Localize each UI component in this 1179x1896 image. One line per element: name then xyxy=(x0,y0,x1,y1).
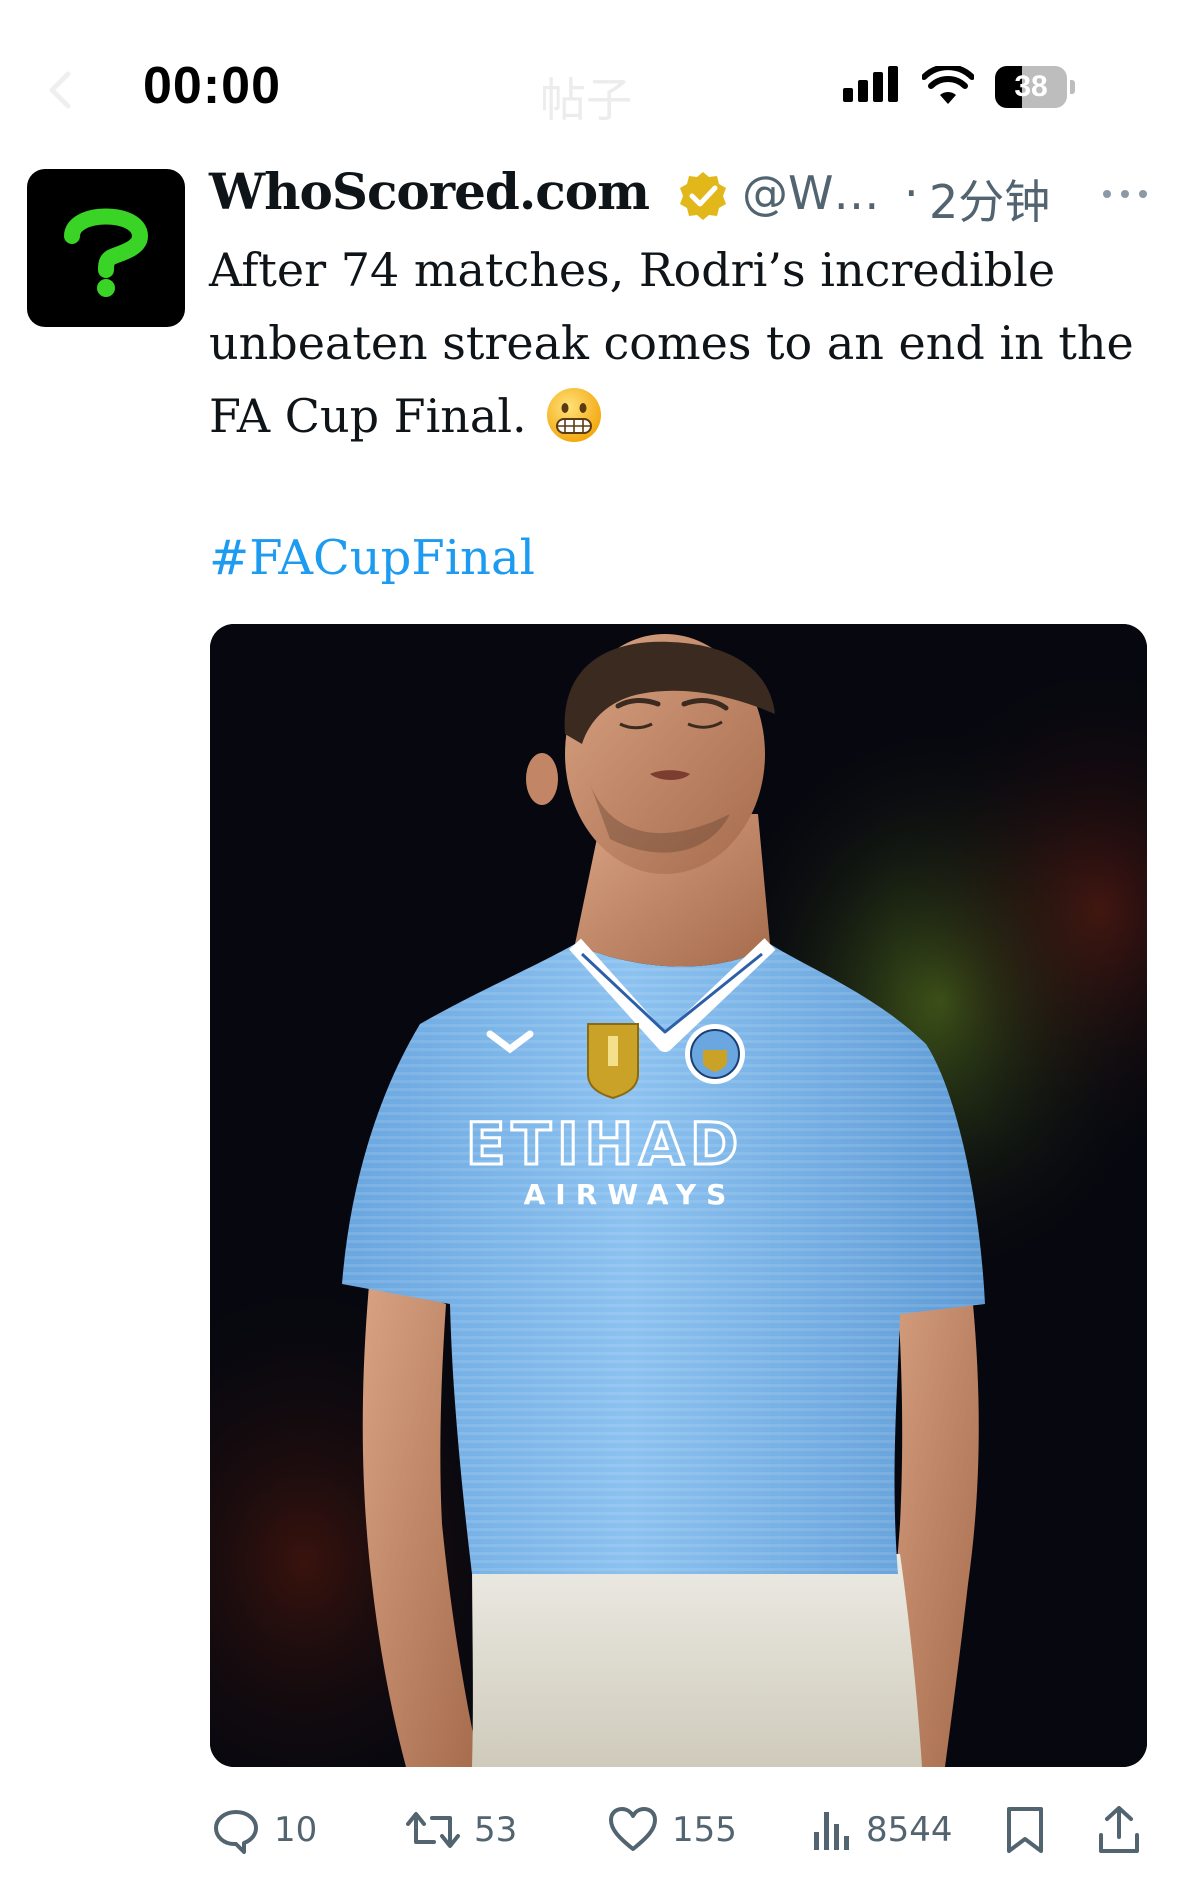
views-count: 8544 xyxy=(866,1810,953,1850)
like-count: 155 xyxy=(672,1810,737,1850)
tweet-media-image[interactable]: ETIHAD AIRWAYS xyxy=(210,624,1147,1767)
views-chart-icon xyxy=(814,1812,849,1850)
bookmark-button[interactable] xyxy=(1005,1800,1045,1860)
verified-badge-icon xyxy=(680,172,726,220)
shirt-sponsor-subtext: AIRWAYS xyxy=(524,1178,737,1211)
whoscored-logo-icon xyxy=(64,208,149,297)
status-time: 00:00 xyxy=(143,57,281,115)
battery-indicator: 38 xyxy=(995,66,1075,108)
share-icon xyxy=(1099,1806,1139,1853)
tweet-text-line-last: FA Cup Final. xyxy=(209,380,1159,453)
tweet-header: WhoScored.com @W… · 2分钟 xyxy=(209,160,1159,230)
back-arrow-icon[interactable] xyxy=(38,66,86,114)
more-options-icon[interactable] xyxy=(1101,184,1149,204)
heart-icon xyxy=(609,1807,657,1851)
reply-icon xyxy=(214,1810,258,1854)
hashtag-link[interactable]: #FACupFinal xyxy=(209,530,535,586)
player-photo: ETIHAD AIRWAYS xyxy=(210,624,1147,1767)
reply-count: 10 xyxy=(274,1810,318,1850)
bookmark-icon xyxy=(1007,1807,1043,1853)
wifi-icon xyxy=(922,66,974,104)
shirt-sponsor-text: ETIHAD xyxy=(466,1110,744,1178)
cellular-signal-icon xyxy=(843,66,898,102)
author-name[interactable]: WhoScored.com xyxy=(209,162,650,221)
tweet-text: After 74 matches, Rodri’s incredible unb… xyxy=(209,234,1159,453)
tweet-text-line: After 74 matches, Rodri’s incredible xyxy=(209,243,1056,297)
battery-level: 38 xyxy=(1014,70,1048,103)
avatar[interactable] xyxy=(27,169,185,327)
reply-button[interactable]: 10 xyxy=(212,1800,317,1860)
retweet-count: 53 xyxy=(474,1810,518,1850)
author-handle[interactable]: @W… xyxy=(742,166,879,220)
tweet-text-line: FA Cup Final. xyxy=(209,389,527,443)
share-button[interactable] xyxy=(1097,1800,1141,1860)
tweet-text-line: unbeaten streak comes to an end in the xyxy=(209,316,1134,370)
header-separator: · xyxy=(904,166,919,220)
page-title: 帖子 xyxy=(540,73,632,127)
retweet-icon xyxy=(406,1812,460,1848)
tweet-timestamp[interactable]: 2分钟 xyxy=(929,166,1050,232)
views-button[interactable]: 8544 xyxy=(812,1800,953,1860)
status-bar: 帖子 00:00 38 xyxy=(0,0,1179,170)
like-button[interactable]: 155 xyxy=(608,1800,737,1860)
retweet-button[interactable]: 53 xyxy=(406,1800,517,1860)
grimacing-face-emoji-icon xyxy=(546,388,601,442)
